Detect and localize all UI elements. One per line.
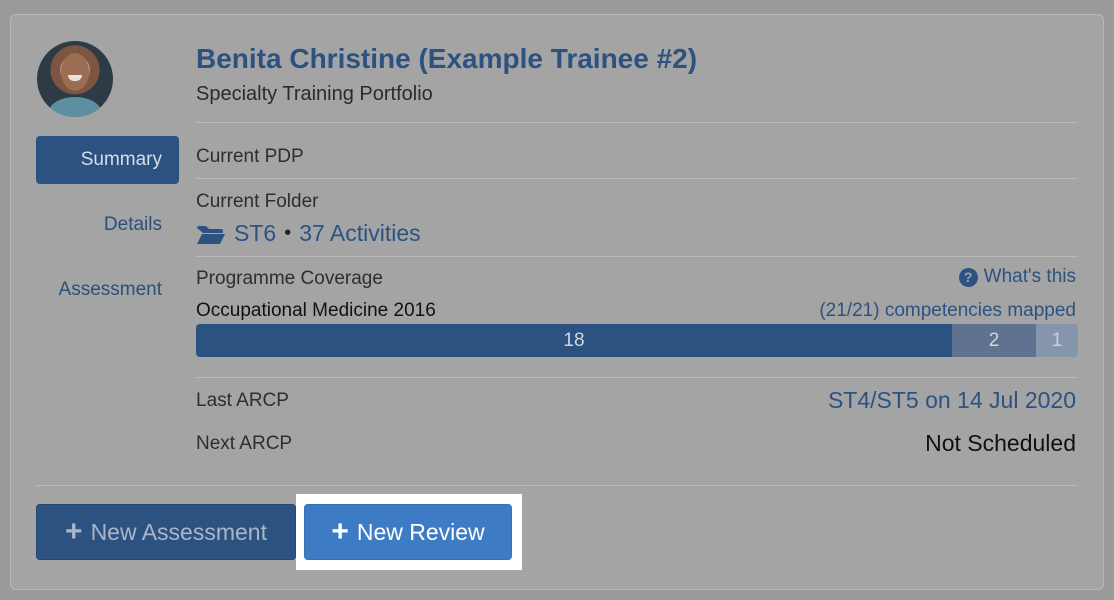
last-arcp-label: Last ARCP	[196, 390, 289, 411]
side-nav: Summary Details Assessment	[36, 136, 179, 331]
folder-open-icon	[196, 224, 226, 244]
activities-link[interactable]: 37 Activities	[299, 220, 420, 247]
trainee-summary-panel: Summary Details Assessment Benita Christ…	[10, 14, 1104, 590]
new-assessment-button[interactable]: + New Assessment	[36, 504, 296, 560]
coverage-segment-2[interactable]: 1	[1036, 324, 1078, 357]
avatar	[37, 41, 113, 117]
trainee-name[interactable]: Benita Christine (Example Trainee #2)	[196, 43, 697, 75]
current-pdp-label: Current PDP	[196, 146, 304, 167]
divider	[196, 178, 1078, 179]
plus-icon: +	[331, 515, 349, 548]
coverage-progress-bar[interactable]: 18 2 1	[196, 324, 1078, 357]
nav-item-assessment[interactable]: Assessment	[36, 266, 179, 314]
current-folder-label: Current Folder	[196, 191, 319, 212]
portfolio-subtitle: Specialty Training Portfolio	[196, 83, 433, 105]
programme-name: Occupational Medicine 2016	[196, 300, 436, 321]
competencies-mapped-link[interactable]: (21/21) competencies mapped	[819, 300, 1076, 322]
new-assessment-label: New Assessment	[90, 518, 267, 545]
nav-item-summary[interactable]: Summary	[36, 136, 179, 184]
coverage-segment-1[interactable]: 2	[952, 324, 1036, 357]
new-review-button[interactable]: + New Review	[304, 504, 512, 560]
plus-icon: +	[65, 515, 83, 548]
folder-name-link[interactable]: ST6	[234, 220, 276, 247]
separator-dot: •	[284, 222, 292, 244]
divider	[196, 377, 1078, 378]
next-arcp-label: Next ARCP	[196, 433, 293, 454]
new-review-label: New Review	[356, 518, 485, 545]
next-arcp-value: Not Scheduled	[925, 430, 1076, 456]
whats-this-link[interactable]: ? What's this	[958, 266, 1076, 288]
programme-coverage-label: Programme Coverage	[196, 268, 383, 289]
nav-item-details[interactable]: Details	[36, 201, 179, 249]
last-arcp-link[interactable]: ST4/ST5 on 14 Jul 2020	[828, 387, 1076, 414]
divider	[196, 256, 1078, 257]
divider	[36, 485, 1078, 486]
whats-this-label: What's this	[983, 266, 1076, 287]
divider	[196, 122, 1078, 123]
current-folder: ST6 • 37 Activities	[196, 220, 421, 247]
question-circle-icon: ?	[958, 267, 978, 287]
coverage-segment-0[interactable]: 18	[196, 324, 952, 357]
